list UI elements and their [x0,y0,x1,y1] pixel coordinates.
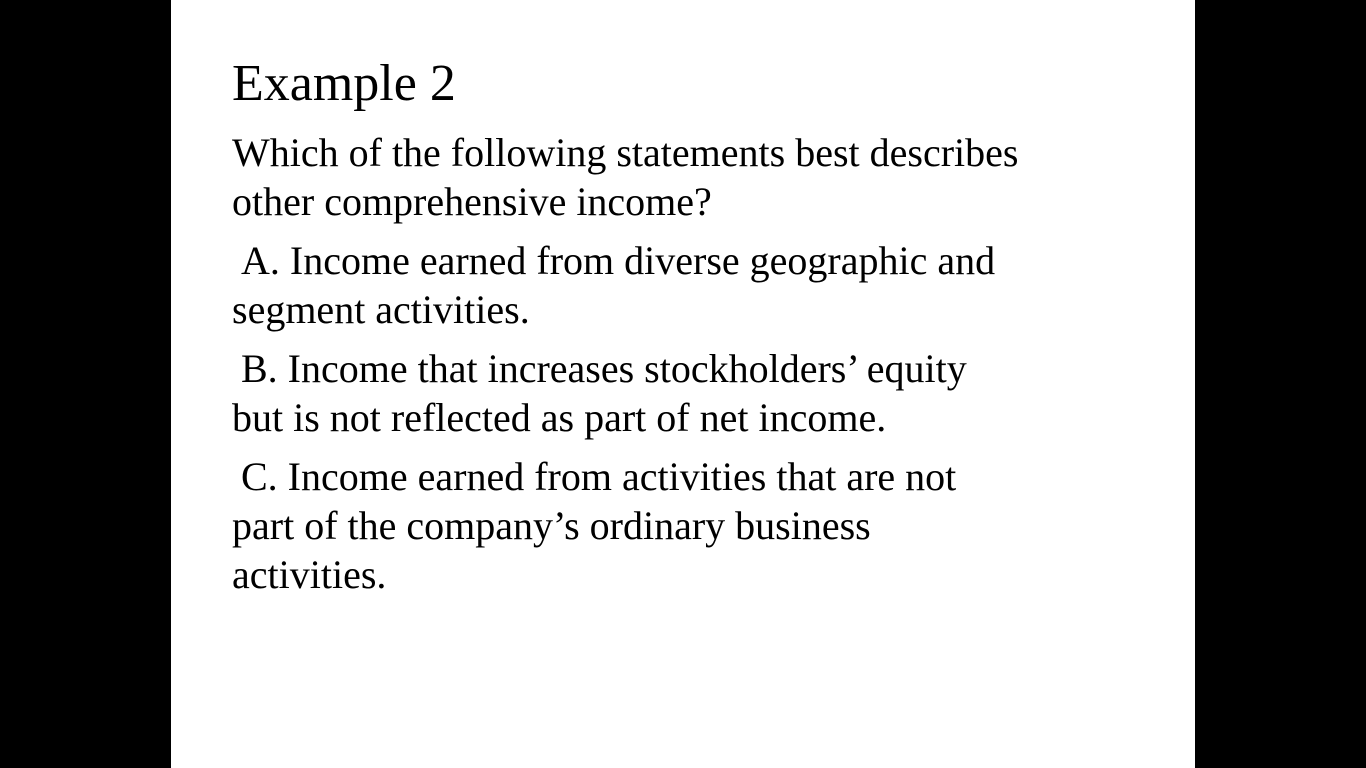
question-line-1: Which of the following statements best d… [232,130,1019,175]
option-a: A. Income earned from diverse geographic… [232,236,1132,334]
option-a-line-2: segment activities. [232,287,530,332]
presentation-screen: Example 2 Which of the following stateme… [0,0,1366,768]
slide-content: Example 2 Which of the following stateme… [232,54,1132,609]
option-c-line-1: C. Income earned from activities that ar… [241,454,957,499]
question-text: Which of the following statements best d… [232,128,1132,226]
slide: Example 2 Which of the following stateme… [171,0,1195,768]
option-c: C. Income earned from activities that ar… [232,452,1132,599]
option-b-line-2: but is not reflected as part of net inco… [232,395,887,440]
option-c-line-3: activities. [232,552,387,597]
slide-title: Example 2 [232,55,456,112]
option-c-line-2: part of the company’s ordinary business [232,503,871,548]
option-a-line-1: A. Income earned from diverse geographic… [241,238,996,283]
question-line-2: other comprehensive income? [232,179,712,224]
option-b: B. Income that increases stockholders’ e… [232,344,1132,442]
option-b-line-1: B. Income that increases stockholders’ e… [241,346,967,391]
